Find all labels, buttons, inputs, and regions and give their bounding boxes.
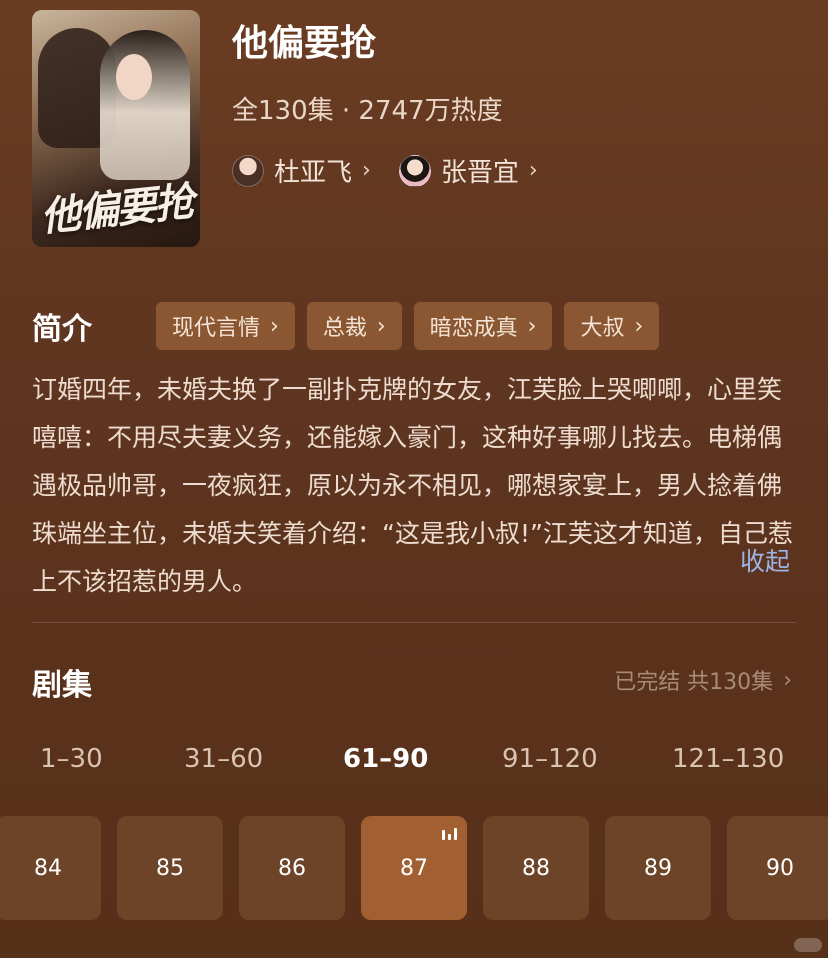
- tag-chip[interactable]: 大叔 ›: [564, 302, 660, 350]
- tag-chip[interactable]: 现代言情 ›: [156, 302, 295, 350]
- tab-range[interactable]: 121–130: [672, 744, 784, 774]
- tab-range[interactable]: 91–120: [502, 744, 598, 774]
- avatar: [398, 154, 431, 187]
- episodes-status-link[interactable]: 已完结 共130集 ›: [614, 664, 792, 696]
- drama-title: 他偏要抢: [232, 23, 377, 64]
- episode-button[interactable]: 85: [117, 816, 223, 920]
- actor-list: 杜亚飞 › 张晋宜 ›: [232, 152, 538, 189]
- episodes-heading: 剧集: [32, 668, 92, 703]
- episodes-status: 已完结 共130集: [614, 670, 774, 695]
- episode-button[interactable]: 84: [0, 816, 101, 920]
- tag-chip[interactable]: 暗恋成真 ›: [413, 302, 553, 350]
- tag-chip[interactable]: 总裁 ›: [306, 302, 402, 350]
- actor-link-2[interactable]: 张晋宜 ›: [398, 152, 538, 189]
- intro-header: 简介 现代言情 › 总裁 › 暗恋成真 › 大叔 ›: [32, 302, 660, 350]
- chevron-right-icon: ›: [270, 313, 279, 339]
- poster-image: 他偏要抢: [32, 10, 200, 247]
- poster-face: [116, 54, 152, 100]
- actor-link-1[interactable]: 杜亚飞 ›: [232, 152, 371, 189]
- intro-heading: 简介: [32, 312, 92, 347]
- tag-label: 暗恋成真: [429, 316, 518, 341]
- poster-figure-woman: [100, 30, 190, 180]
- tag-label: 大叔: [580, 316, 625, 341]
- playing-bars-icon: [442, 828, 457, 840]
- chevron-right-icon: ›: [527, 313, 537, 339]
- actor-name: 张晋宜: [440, 158, 519, 188]
- episode-button[interactable]: 88: [483, 816, 589, 920]
- watermark-logo: [794, 938, 822, 952]
- episode-number: 87: [400, 855, 428, 881]
- tag-label: 现代言情: [172, 316, 261, 341]
- actor-name: 杜亚飞: [274, 158, 353, 188]
- episode-button[interactable]: 86: [239, 816, 345, 920]
- avatar: [232, 154, 264, 187]
- tab-range-active[interactable]: 61–90: [343, 744, 428, 774]
- episode-range-tabs: 1–30 31–60 61–90 91–120 121–130: [0, 744, 828, 784]
- divider: [32, 622, 796, 623]
- episode-button[interactable]: 90: [727, 816, 828, 920]
- episode-button-current[interactable]: 87: [361, 816, 467, 920]
- drama-meta: 全130集 · 2747万热度: [232, 96, 503, 126]
- collapse-button[interactable]: 收起: [740, 542, 790, 578]
- chevron-right-icon: ›: [528, 158, 538, 183]
- episode-list: 84 85 86 87 88 89 90: [0, 816, 828, 920]
- intro-text: 订婚四年，未婚夫换了一副扑克牌的女友，江芙脸上哭唧唧，心里笑嘻嘻：不用尽夫妻义务…: [32, 375, 793, 596]
- chevron-right-icon: ›: [362, 158, 371, 183]
- tag-label: 总裁: [322, 316, 367, 341]
- tab-range[interactable]: 31–60: [184, 744, 263, 774]
- tab-range[interactable]: 1–30: [40, 744, 103, 774]
- poster-title-art: 他偏要抢: [38, 178, 195, 241]
- chevron-right-icon: ›: [634, 313, 644, 339]
- episode-button[interactable]: 89: [605, 816, 711, 920]
- chevron-right-icon: ›: [783, 667, 792, 693]
- chevron-right-icon: ›: [376, 313, 386, 339]
